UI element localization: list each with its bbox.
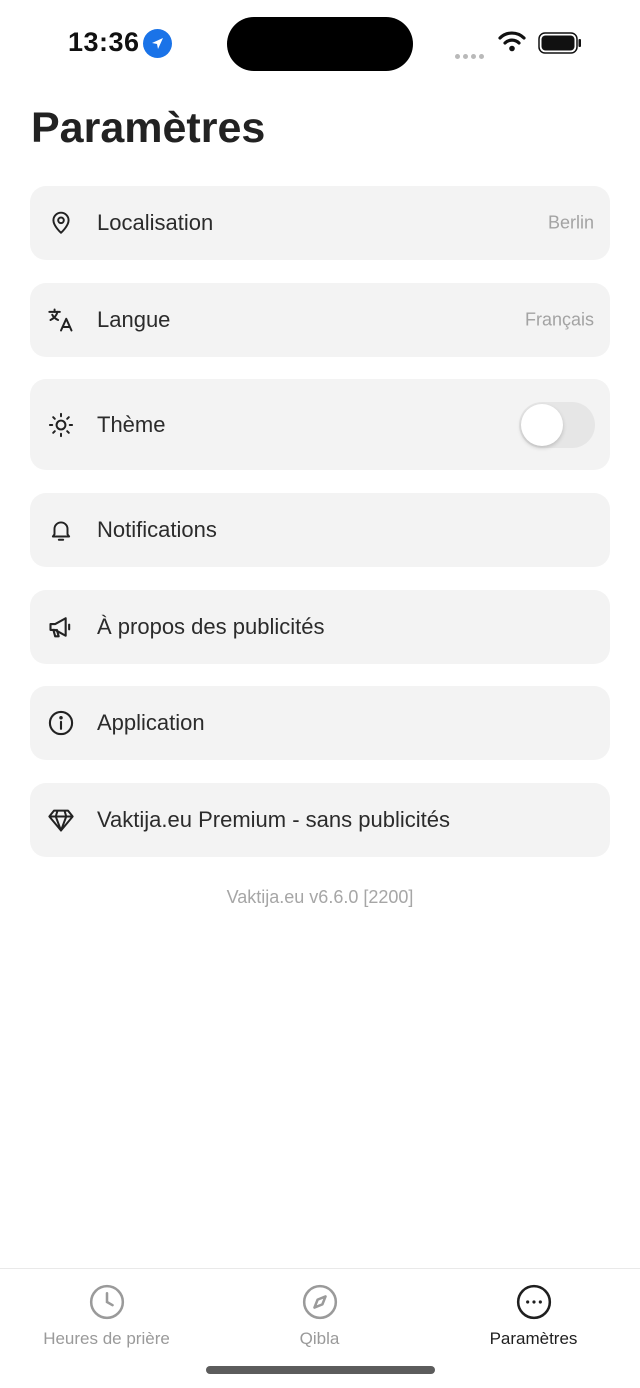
tab-label: Qibla <box>299 1329 340 1348</box>
location-arrow-icon <box>143 29 172 58</box>
settings-row-theme: Thème <box>30 379 610 470</box>
settings-row-premium[interactable]: Vaktija.eu Premium - sans publicités <box>30 783 610 857</box>
settings-row-language[interactable]: Langue Français <box>30 283 610 357</box>
sun-icon <box>47 411 75 439</box>
settings-row-label: Vaktija.eu Premium - sans publicités <box>97 807 450 832</box>
settings-row-value: Berlin <box>547 212 594 233</box>
settings-row-ads[interactable]: À propos des publicités <box>30 590 610 664</box>
settings-row-value: Français <box>524 309 594 330</box>
settings-row-label: Thème <box>97 411 166 437</box>
settings-row-label: Langue <box>97 307 171 332</box>
tab-label: Heures de prière <box>43 1329 170 1348</box>
megaphone-icon <box>47 613 75 641</box>
app-version: Vaktija.eu v6.6.0 [2200] <box>226 887 414 907</box>
settings-row-label: Notifications <box>97 517 217 542</box>
diamond-icon <box>47 806 75 834</box>
theme-toggle[interactable] <box>519 401 595 448</box>
settings-row-label: Application <box>97 710 205 735</box>
settings-row-label: Localisation <box>97 210 214 235</box>
compass-icon <box>301 1283 339 1321</box>
status-time: 13:36 <box>68 27 140 57</box>
tab-prayer-times[interactable]: Heures de prière <box>0 1283 213 1349</box>
tab-qibla[interactable]: Qibla <box>213 1283 426 1349</box>
settings-row-label: À propos des publicités <box>97 614 325 639</box>
battery-icon <box>538 32 581 54</box>
tab-label: Paramètres <box>489 1329 578 1348</box>
wifi-icon <box>498 30 526 57</box>
location-pin-icon <box>47 209 75 237</box>
tab-settings[interactable]: Paramètres <box>427 1283 640 1349</box>
toggle-knob <box>521 403 563 446</box>
settings-row-notifications[interactable]: Notifications <box>30 493 610 567</box>
settings-row-location[interactable]: Localisation Berlin <box>30 186 610 260</box>
dynamic-island <box>227 17 413 71</box>
translate-icon <box>47 306 75 334</box>
info-icon <box>47 709 75 737</box>
bell-icon <box>47 516 75 544</box>
more-icon <box>515 1283 553 1321</box>
status-bar: 13:36 <box>0 0 640 90</box>
page-title: Paramètres <box>31 104 266 152</box>
clock-icon <box>88 1283 126 1321</box>
settings-row-application[interactable]: Application <box>30 686 610 760</box>
home-indicator[interactable] <box>206 1366 435 1374</box>
cellular-signal-icon <box>455 46 487 64</box>
